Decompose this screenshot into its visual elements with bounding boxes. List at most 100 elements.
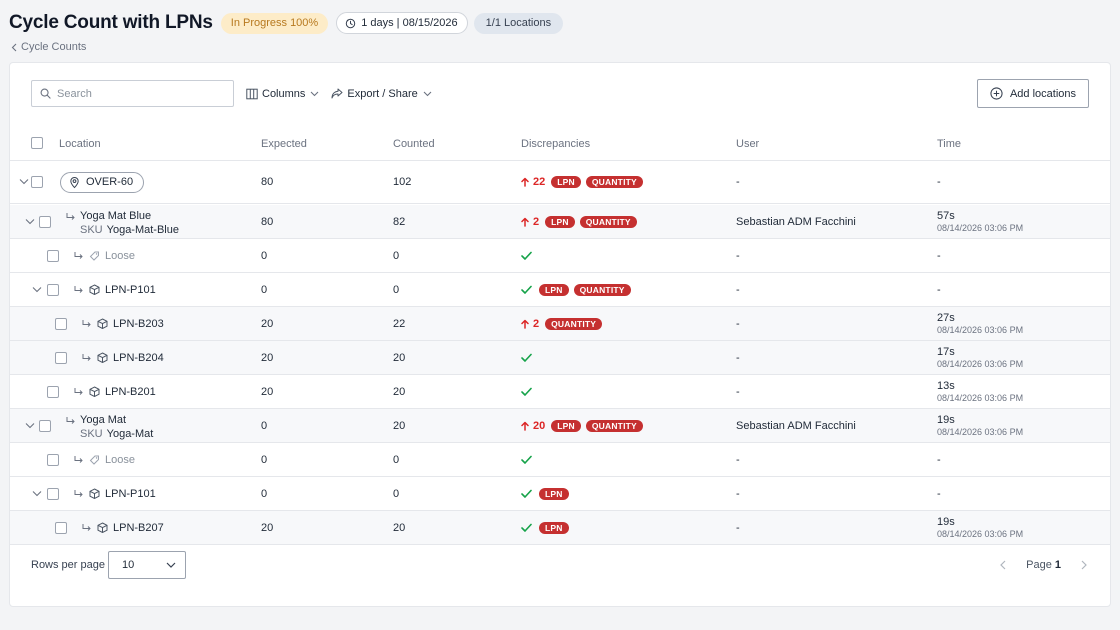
sku-value: Yoga-Mat-Blue: [106, 224, 179, 236]
column-header-expected[interactable]: Expected: [261, 138, 307, 150]
breadcrumb[interactable]: Cycle Counts: [11, 41, 86, 53]
columns-label: Columns: [262, 87, 306, 100]
loose-tag-icon: [89, 455, 99, 465]
discrepancy-amount: 2: [521, 216, 539, 228]
counted-value: 0: [393, 487, 400, 500]
export-label: Export / Share: [347, 87, 418, 100]
prev-page-button[interactable]: [999, 560, 1006, 570]
column-header-counted[interactable]: Counted: [393, 138, 435, 150]
child-arrow-icon: [82, 319, 91, 327]
row-checkbox[interactable]: [31, 176, 43, 188]
row-checkbox[interactable]: [47, 283, 59, 296]
table-row[interactable]: LPN-P101 0 0 LPN - -: [10, 477, 1110, 511]
search-icon: [40, 88, 51, 99]
expand-toggle-icon[interactable]: [32, 489, 42, 499]
table-row[interactable]: Yoga Mat Blue SKU Yoga-Mat-Blue 80 82 2 LPN QUA…: [10, 205, 1110, 239]
time-duration: 13s: [937, 379, 955, 392]
row-checkbox[interactable]: [47, 487, 59, 500]
table-row[interactable]: Loose 0 0 - -: [10, 443, 1110, 477]
discrepancy-cell: 20 LPN QUANTITY: [521, 409, 648, 442]
sku-line: SKU Yoga-Mat-Blue: [80, 223, 179, 237]
expected-value: 20: [261, 521, 274, 534]
lpn-label: LPN-B201: [105, 385, 156, 398]
table-row[interactable]: LPN-P101 0 0 LPN QUANTITY - -: [10, 273, 1110, 307]
match-status: [521, 353, 532, 362]
check-icon: [521, 251, 532, 260]
row-checkbox[interactable]: [47, 385, 59, 398]
discrepancy-cell: [521, 341, 539, 374]
row-checkbox[interactable]: [47, 249, 59, 262]
arrow-up-icon: [521, 421, 529, 431]
select-all-checkbox[interactable]: [31, 137, 43, 149]
package-icon: [97, 318, 108, 329]
match-status: [521, 251, 532, 260]
time-cell: -: [937, 477, 941, 510]
counted-value: 0: [393, 249, 400, 262]
table-row[interactable]: Yoga Mat SKU Yoga-Mat 0 20 20 LPN QUANTITY Sebas…: [10, 409, 1110, 443]
columns-icon: [246, 88, 258, 99]
table-footer: Rows per page 10 Page 1: [10, 543, 1110, 603]
row-checkbox[interactable]: [47, 453, 59, 466]
row-checkbox[interactable]: [39, 419, 51, 432]
column-header-user[interactable]: User: [736, 138, 759, 150]
child-arrow-icon: [66, 417, 75, 424]
discrepancy-tag: LPN: [545, 215, 575, 228]
table-row[interactable]: OVER-60 80 102 22 LPN QUANTITY - -: [10, 161, 1110, 204]
child-arrow-icon: [74, 285, 83, 293]
column-header-discrepancies[interactable]: Discrepancies: [521, 138, 590, 150]
check-icon: [521, 353, 532, 362]
expand-toggle-icon[interactable]: [32, 285, 42, 295]
table-row[interactable]: LPN-B207 20 20 LPN - 19s 08/14/2026 03:06 PM: [10, 511, 1110, 545]
page-header: Cycle Count with LPNs In Progress 100% 1…: [9, 11, 564, 35]
next-page-button[interactable]: [1081, 560, 1088, 570]
expected-value: 20: [261, 317, 274, 330]
rows-per-page-label: Rows per page: [31, 559, 105, 571]
row-checkbox[interactable]: [55, 317, 67, 330]
child-arrow-icon: [74, 251, 83, 259]
days-badge: 1 days | 08/15/2026: [336, 12, 468, 34]
user-value: Sebastian ADM Facchini: [736, 215, 856, 228]
time-cell: -: [937, 239, 941, 272]
match-status: [521, 455, 532, 464]
expand-toggle-icon[interactable]: [25, 421, 35, 431]
search-input[interactable]: [57, 87, 217, 100]
check-icon: [521, 455, 532, 464]
table-row[interactable]: LPN-B203 20 22 2 QUANTITY -27s 08/14/2026 03:0…: [10, 307, 1110, 341]
expand-toggle-icon[interactable]: [19, 177, 29, 187]
columns-button[interactable]: Columns: [246, 88, 319, 100]
days-text: 1 days | 08/15/2026: [361, 17, 458, 29]
add-locations-button[interactable]: Add locations: [977, 79, 1089, 108]
expand-toggle-icon[interactable]: [25, 217, 35, 227]
package-icon: [89, 488, 100, 499]
sku-value: Yoga-Mat: [106, 428, 154, 440]
match-status: [521, 285, 532, 294]
counted-value: 102: [393, 176, 412, 188]
package-icon: [89, 284, 100, 295]
search-box[interactable]: [31, 80, 234, 107]
table-row[interactable]: Loose 0 0 - -: [10, 239, 1110, 273]
location-pill[interactable]: OVER-60: [60, 171, 145, 193]
rows-per-page-select[interactable]: 10: [108, 551, 186, 579]
product-name: Yoga Mat Blue: [80, 210, 152, 222]
time-duration: -: [937, 176, 941, 188]
expected-value: 0: [261, 249, 268, 262]
package-icon: [97, 352, 108, 363]
column-header-time[interactable]: Time: [937, 138, 961, 150]
lpn-label: LPN-P101: [105, 487, 156, 500]
table-row[interactable]: LPN-B204 20 20 - 17s 08/14/2026 03:06 PM: [10, 341, 1110, 375]
chevron-down-icon: [423, 91, 432, 96]
time-cell: -: [937, 273, 941, 306]
discrepancy-cell: [521, 375, 539, 408]
row-checkbox[interactable]: [39, 215, 51, 228]
time-timestamp: 08/14/2026 03:06 PM: [937, 324, 1024, 335]
discrepancy-tag: QUANTITY: [585, 176, 643, 188]
row-checkbox[interactable]: [55, 521, 67, 534]
breadcrumb-link[interactable]: Cycle Counts: [21, 41, 86, 53]
row-checkbox[interactable]: [55, 351, 67, 364]
column-header-location[interactable]: Location: [59, 138, 101, 150]
check-icon: [521, 285, 532, 294]
table-row[interactable]: LPN-B201 20 20 - 13s 08/14/2026 03:06 PM: [10, 375, 1110, 409]
discrepancy-tag: LPN: [551, 176, 581, 188]
time-timestamp: 08/14/2026 03:06 PM: [937, 528, 1024, 539]
export-share-button[interactable]: Export / Share: [331, 87, 432, 100]
